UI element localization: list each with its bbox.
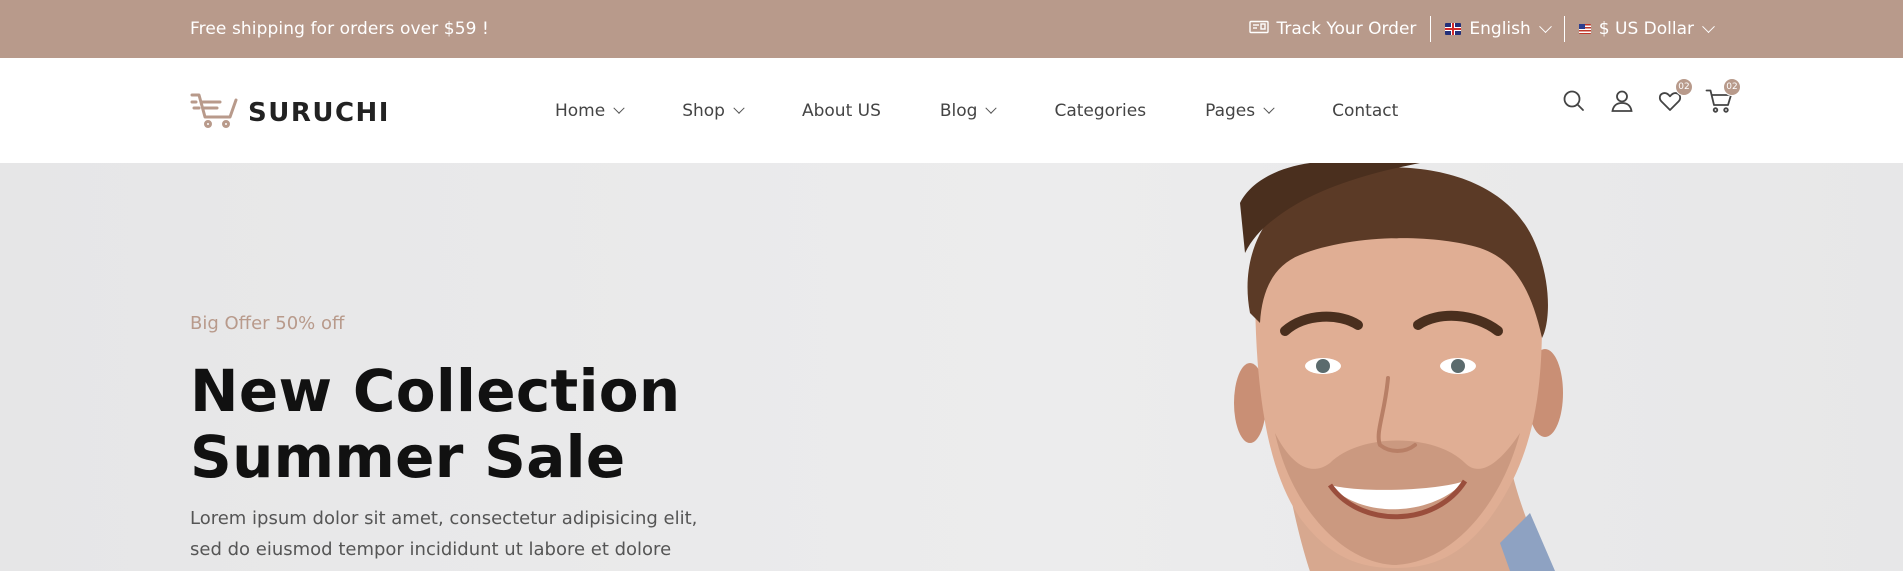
nav-label: About US	[801, 100, 881, 121]
nav-item-blog[interactable]: Blog	[939, 100, 998, 121]
header-actions: 02 02	[1561, 78, 1741, 114]
nav-item-pages[interactable]: Pages	[1205, 100, 1275, 121]
account-button[interactable]	[1609, 88, 1635, 114]
chevron-down-icon	[613, 102, 625, 114]
nav-label: Blog	[939, 100, 978, 121]
user-icon	[1611, 90, 1633, 112]
currency-label: $ US Dollar	[1598, 19, 1694, 39]
hero-title: New Collection Summer Sale	[190, 358, 681, 490]
nav-label: Shop	[682, 100, 725, 121]
hero-offer-text: Big Offer 50% off	[190, 313, 345, 334]
track-order-label: Track Your Order	[1276, 19, 1417, 39]
nav-label: Home	[555, 100, 606, 121]
top-bar-right: Track Your Order English $ US Dollar	[1235, 0, 1715, 58]
language-selector[interactable]: English	[1431, 19, 1563, 39]
wishlist-button[interactable]: 02	[1657, 78, 1693, 114]
shipping-promo-text: Free shipping for orders over $59 !	[190, 19, 489, 39]
main-header: SURUCHI Home Shop About US Blog Categori…	[0, 58, 1903, 163]
nav-item-categories[interactable]: Categories	[1054, 101, 1146, 121]
language-label: English	[1469, 19, 1531, 39]
search-icon	[1563, 90, 1584, 111]
us-flag-icon	[1578, 24, 1591, 34]
cart-button[interactable]: 02	[1705, 78, 1741, 114]
hero-title-line-2: Summer Sale	[190, 423, 626, 491]
logo-text: SURUCHI	[248, 97, 390, 128]
nav-item-about[interactable]: About US	[802, 101, 881, 121]
chevron-down-icon	[1702, 19, 1715, 33]
track-order-link[interactable]: Track Your Order	[1235, 19, 1431, 39]
hero-model-image	[1234, 163, 1563, 571]
main-nav: Home Shop About US Blog Categories Pages…	[555, 58, 1457, 163]
chevron-down-icon	[1263, 102, 1275, 114]
currency-selector[interactable]: $ US Dollar	[1565, 19, 1715, 39]
nav-item-home[interactable]: Home	[555, 100, 625, 121]
chevron-down-icon	[985, 102, 998, 114]
hero-description: Lorem ipsum dolor sit amet, consectetur …	[190, 508, 698, 571]
logo[interactable]: SURUCHI	[190, 91, 390, 134]
top-bar: Free shipping for orders over $59 ! Trac…	[0, 0, 1903, 58]
nav-item-shop[interactable]: Shop	[682, 100, 745, 121]
nav-label: Pages	[1205, 100, 1256, 121]
chevron-down-icon	[1538, 19, 1552, 33]
nav-item-contact[interactable]: Contact	[1332, 101, 1398, 121]
wishlist-count-badge: 02	[1675, 78, 1693, 96]
hero-banner: Big Offer 50% off New Collection Summer …	[0, 163, 1903, 571]
logo-cart-icon	[190, 91, 238, 134]
truck-icon	[1248, 19, 1269, 39]
nav-label: Categories	[1054, 100, 1147, 121]
chevron-down-icon	[733, 102, 745, 114]
search-button[interactable]	[1561, 88, 1587, 114]
uk-flag-icon	[1445, 23, 1462, 35]
hero-title-line-1: New Collection	[190, 357, 681, 425]
cart-count-badge: 02	[1723, 78, 1741, 96]
nav-label: Contact	[1332, 100, 1399, 121]
